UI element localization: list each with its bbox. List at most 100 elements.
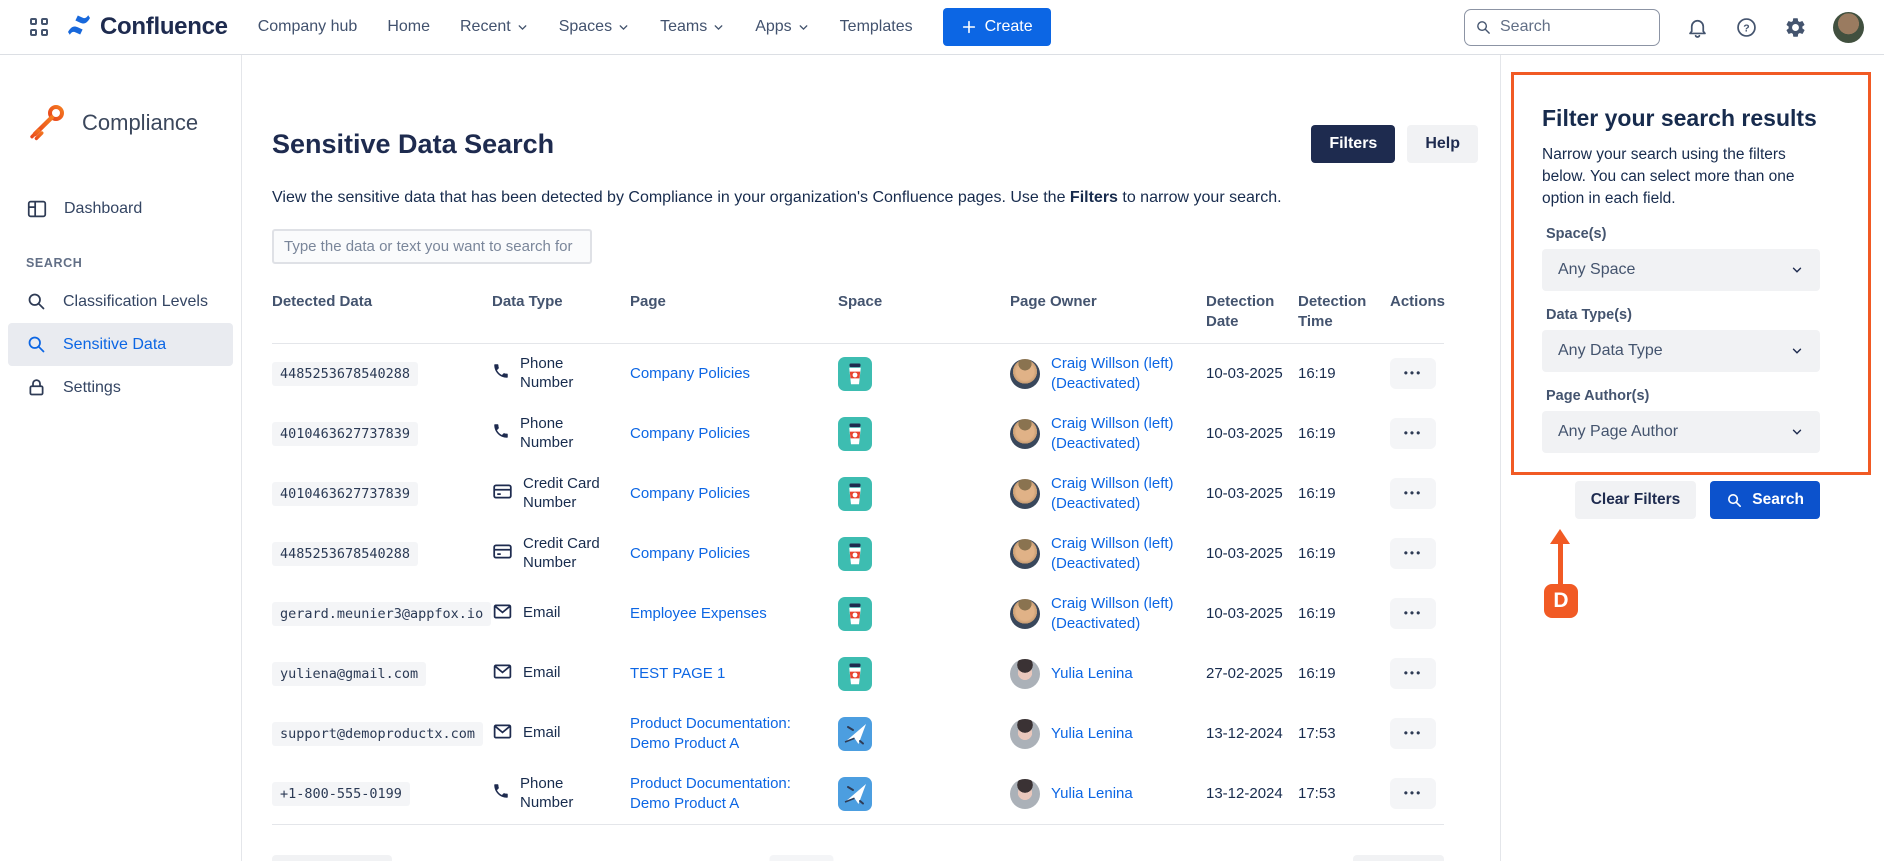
page-author-filter-select[interactable]: Any Page Author (1542, 411, 1820, 453)
space-coffee-icon[interactable] (838, 417, 872, 451)
rows-per-page-select[interactable]: 25 (769, 855, 833, 861)
sidebar-item-classification-levels[interactable]: Classification Levels (8, 280, 233, 323)
dashboard-icon (26, 198, 48, 220)
space-coffee-icon[interactable] (838, 597, 872, 631)
main-nav: Company hub Home Recent Spaces Teams App… (258, 18, 913, 36)
detection-time: 17:53 (1298, 724, 1390, 744)
card-icon (492, 541, 513, 567)
filters-button[interactable]: Filters (1311, 125, 1395, 163)
main-content: Sensitive Data Search Filters Help View … (242, 55, 1500, 861)
row-actions-button[interactable]: ••• (1390, 478, 1436, 509)
sidebar-item-sensitive-data[interactable]: Sensitive Data (8, 323, 233, 366)
row-actions-button[interactable]: ••• (1390, 778, 1436, 809)
global-search-input[interactable] (1500, 18, 1630, 36)
avatar (1010, 419, 1040, 449)
global-search[interactable] (1464, 9, 1660, 46)
phone-icon (492, 362, 510, 385)
chevron-down-icon (617, 21, 630, 34)
detected-data-value: +1-800-555-0199 (272, 782, 410, 806)
page-owner-link[interactable]: Yulia Lenina (1051, 664, 1133, 684)
page-link[interactable]: Product Documentation: Demo Product A (630, 714, 824, 753)
sidebar-item-dashboard[interactable]: Dashboard (8, 187, 233, 230)
data-search-input[interactable] (272, 229, 592, 264)
table-row: 4010463627737839 Credit Card Number Comp… (272, 464, 1444, 524)
avatar (1010, 599, 1040, 629)
table-body: 4485253678540288 Phone Number Company Po… (272, 344, 1444, 825)
app-switcher-icon[interactable] (22, 10, 56, 44)
user-avatar[interactable] (1833, 12, 1864, 43)
row-actions-button[interactable]: ••• (1390, 418, 1436, 449)
page-link[interactable]: Employee Expenses (630, 604, 767, 624)
nav-recent[interactable]: Recent (460, 18, 529, 36)
page-owner-link[interactable]: Craig Willson (left) (Deactivated) (1051, 534, 1192, 573)
chevron-down-icon (797, 21, 810, 34)
detection-time: 16:19 (1298, 664, 1390, 684)
nav-spaces[interactable]: Spaces (559, 18, 630, 36)
page-owner-link[interactable]: Craig Willson (left) (Deactivated) (1051, 354, 1192, 393)
col-detected-data: Detected Data (272, 292, 492, 312)
settings-gear-icon[interactable] (1784, 16, 1807, 39)
page-owner-link[interactable]: Yulia Lenina (1051, 784, 1133, 804)
page-link[interactable]: Product Documentation: Demo Product A (630, 774, 824, 813)
detection-time: 17:53 (1298, 784, 1390, 804)
space-plane-icon[interactable] (838, 777, 872, 811)
svg-text:?: ? (1743, 22, 1749, 34)
page-link[interactable]: Company Policies (630, 424, 750, 444)
page-owner-link[interactable]: Craig Willson (left) (Deactivated) (1051, 414, 1192, 453)
page-link[interactable]: Company Policies (630, 484, 750, 504)
data-type-label: Email (523, 724, 561, 743)
detection-time: 16:19 (1298, 364, 1390, 384)
brand-name: Confluence (100, 13, 228, 41)
lock-icon (26, 377, 47, 398)
data-type-label: Email (523, 664, 561, 683)
notifications-bell-icon[interactable] (1686, 16, 1709, 39)
space-plane-icon[interactable] (838, 717, 872, 751)
help-button[interactable]: Help (1407, 125, 1478, 163)
sidebar-item-settings[interactable]: Settings (8, 366, 233, 409)
table-row: 4485253678540288 Phone Number Company Po… (272, 344, 1444, 404)
spaces-filter-select[interactable]: Any Space (1542, 249, 1820, 291)
data-type-label: Phone Number (520, 775, 616, 813)
data-type-filter-select[interactable]: Any Data Type (1542, 330, 1820, 372)
col-data-type: Data Type (492, 292, 630, 312)
nav-company-hub[interactable]: Company hub (258, 18, 358, 36)
row-actions-button[interactable]: ••• (1390, 358, 1436, 389)
filter-panel-description: Narrow your search using the filters bel… (1542, 144, 1820, 210)
row-actions-button[interactable]: ••• (1390, 718, 1436, 749)
space-coffee-icon[interactable] (838, 537, 872, 571)
row-actions-button[interactable]: ••• (1390, 538, 1436, 569)
chevron-down-icon (1790, 344, 1804, 358)
space-coffee-icon[interactable] (838, 477, 872, 511)
panel-search-button[interactable]: Search (1710, 481, 1820, 519)
page-owner-link[interactable]: Craig Willson (left) (Deactivated) (1051, 474, 1192, 513)
filter-panel: Filter your search results Narrow your s… (1511, 72, 1871, 475)
next-button[interactable]: Next (1353, 855, 1444, 861)
page-owner-link[interactable]: Craig Willson (left) (Deactivated) (1051, 594, 1192, 633)
annotation-arrow-line (1558, 542, 1563, 588)
annotation-badge: D (1544, 584, 1578, 618)
create-button[interactable]: Create (943, 8, 1051, 46)
space-coffee-icon[interactable] (838, 657, 872, 691)
nav-home[interactable]: Home (387, 18, 430, 36)
help-icon[interactable]: ? (1735, 16, 1758, 39)
previous-button[interactable]: Previous (272, 855, 392, 861)
table-header: Detected Data Data Type Page Space Page … (272, 284, 1444, 344)
nav-teams[interactable]: Teams (660, 18, 725, 36)
clear-filters-button[interactable]: Clear Filters (1575, 481, 1697, 519)
page-owner-link[interactable]: Yulia Lenina (1051, 724, 1133, 744)
page-link[interactable]: Company Policies (630, 364, 750, 384)
confluence-logo[interactable]: Confluence (66, 12, 228, 43)
detection-date: 10-03-2025 (1206, 544, 1298, 564)
nav-apps[interactable]: Apps (755, 18, 809, 36)
row-actions-button[interactable]: ••• (1390, 598, 1436, 629)
page-description: View the sensitive data that has been de… (272, 189, 1478, 207)
pagination: Previous 25 rows per page Next (272, 855, 1444, 861)
sensitive-data-table: Detected Data Data Type Page Space Page … (272, 284, 1444, 825)
page-link[interactable]: TEST PAGE 1 (630, 664, 725, 684)
email-icon (492, 721, 513, 747)
space-coffee-icon[interactable] (838, 357, 872, 391)
page-link[interactable]: Company Policies (630, 544, 750, 564)
detected-data-value: 4010463627737839 (272, 482, 418, 506)
row-actions-button[interactable]: ••• (1390, 658, 1436, 689)
nav-templates[interactable]: Templates (840, 18, 913, 36)
